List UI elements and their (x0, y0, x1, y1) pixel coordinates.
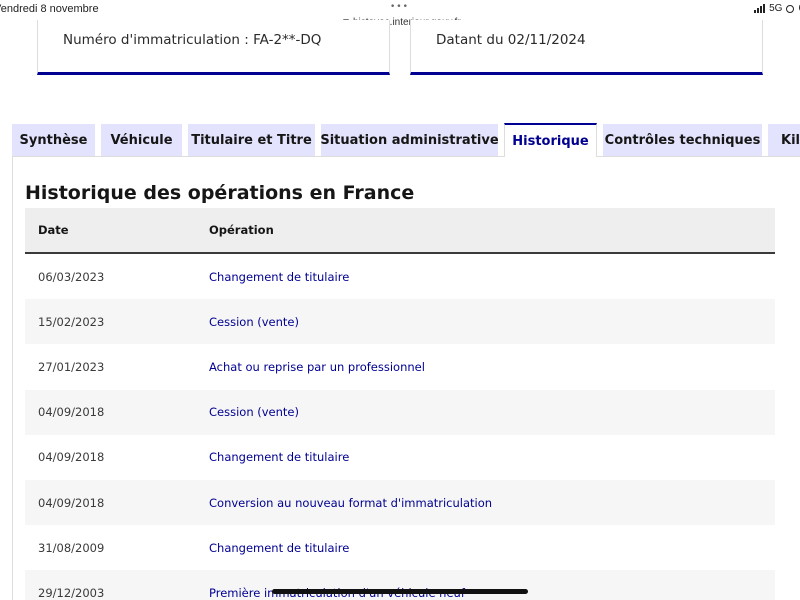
tab-situation-administrative[interactable]: Situation administrative (321, 124, 498, 156)
report-date-card: Datant du 02/11/2024 (410, 20, 763, 75)
tab-titulaire-et-titre[interactable]: Titulaire et Titre (188, 124, 315, 156)
page-title: Historique des opérations en France (25, 182, 415, 204)
status-date: Vendredi 8 novembre (0, 3, 99, 15)
history-table: Date Opération 06/03/2023 Changement de … (25, 208, 775, 600)
table-row: 04/09/2018 Conversion au nouveau format … (25, 479, 775, 526)
status-indicators: 5G 6 (754, 3, 800, 14)
row-operation: Changement de titulaire (209, 540, 350, 555)
row-operation: Cession (vente) (209, 314, 299, 329)
table-row: 06/03/2023 Changement de titulaire (25, 254, 775, 300)
tab-bar: Synthèse Véhicule Titulaire et Titre Sit… (0, 123, 800, 157)
table-row: 29/12/2003 Première immatriculation d'un… (25, 570, 775, 600)
row-date: 04/09/2018 (38, 405, 105, 420)
table-row: 04/09/2018 Changement de titulaire (25, 434, 775, 480)
row-date: 15/02/2023 (38, 314, 105, 329)
row-operation: Achat ou reprise par un professionnel (209, 359, 425, 374)
registration-card: Numéro d'immatriculation : FA-2**-DQ (37, 20, 390, 75)
registration-number: Numéro d'immatriculation : FA-2**-DQ (63, 32, 322, 48)
tab-controles-techniques[interactable]: Contrôles techniques (603, 124, 762, 156)
row-operation: Changement de titulaire (209, 450, 350, 465)
multitasking-dots-icon[interactable]: ••• (390, 2, 409, 12)
tab-historique[interactable]: Historique (504, 123, 597, 157)
table-row: 27/01/2023 Achat ou reprise par un profe… (25, 344, 775, 390)
table-row: 15/02/2023 Cession (vente) (25, 299, 775, 345)
table-row: 04/09/2018 Cession (vente) (25, 389, 775, 435)
signal-icon (754, 4, 766, 13)
tab-kilometrage[interactable]: Kilométrage (768, 124, 800, 156)
home-indicator[interactable] (272, 589, 528, 594)
table-row: 31/08/2009 Changement de titulaire (25, 525, 775, 571)
network-label: 5G (769, 3, 783, 14)
row-operation: Changement de titulaire (209, 269, 350, 284)
row-date: 27/01/2023 (38, 359, 105, 374)
row-operation: Conversion au nouveau format d'immatricu… (209, 495, 493, 510)
row-date: 04/09/2018 (38, 450, 105, 465)
row-operation: Cession (vente) (209, 405, 299, 420)
tab-vehicule[interactable]: Véhicule (101, 124, 182, 156)
tab-synthese[interactable]: Synthèse (12, 124, 95, 156)
orientation-lock-icon (786, 4, 795, 13)
report-date: Datant du 02/11/2024 (436, 32, 586, 48)
table-header: Date Opération (25, 208, 775, 254)
column-header-date: Date (38, 223, 69, 237)
row-date: 06/03/2023 (38, 269, 105, 284)
row-date: 04/09/2018 (38, 495, 105, 510)
row-date: 31/08/2009 (38, 540, 105, 555)
column-header-operation: Opération (209, 223, 274, 237)
row-date: 29/12/2003 (38, 585, 105, 600)
table-body: 06/03/2023 Changement de titulaire 15/02… (25, 254, 775, 600)
